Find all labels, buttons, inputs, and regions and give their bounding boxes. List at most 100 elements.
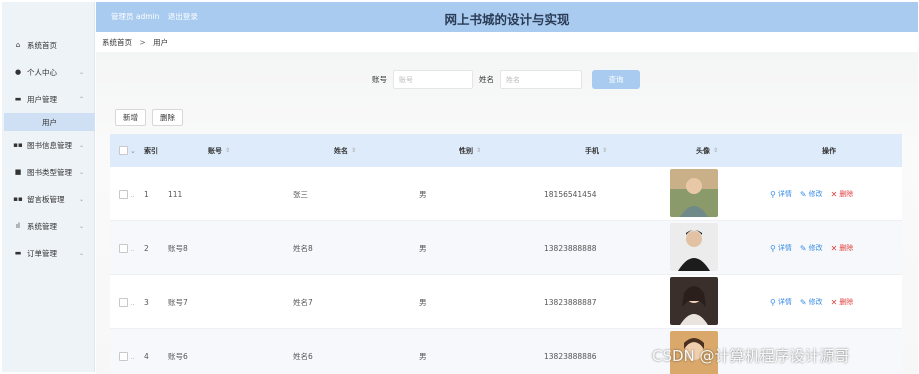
close-icon: ✕ — [830, 243, 838, 253]
op-label: 修改 — [808, 190, 823, 198]
breadcrumb-home[interactable]: 系统首页 — [102, 38, 132, 47]
delete-row-button[interactable]: ✕ 删除 — [831, 243, 854, 253]
row-checkbox-cell[interactable]: .. — [119, 221, 135, 275]
edit-button[interactable]: ✎ 修改 — [800, 189, 823, 199]
edit-button[interactable]: ✎ 修改 — [800, 297, 823, 307]
avatar[interactable] — [670, 223, 718, 271]
grid-icon: ▪▪ — [13, 195, 23, 203]
cell-gender: 男 — [419, 351, 427, 361]
search-icon: ⚲ — [770, 297, 776, 307]
op-label: 详情 — [777, 244, 792, 252]
sidebar: ⌂ 系统首页 ● 个人中心 ⌄ ▬ 用户管理 ⌃ 用户 ▪▪ 图书信息管理 ⌄ … — [2, 2, 95, 372]
view-button[interactable]: ⚲ 详情 — [770, 189, 792, 199]
sidebar-item-label: 系统管理 — [27, 221, 57, 231]
col-label: 姓名 — [334, 146, 348, 155]
name-search-input[interactable] — [500, 70, 582, 89]
sidebar-subitem-users[interactable]: 用户 — [4, 113, 95, 131]
sort-icon[interactable]: ⇕ — [602, 147, 607, 154]
col-index: 索引 — [144, 146, 158, 155]
page-title: 网上书城的设计与实现 — [444, 12, 570, 27]
avatar[interactable] — [670, 277, 718, 325]
col-label: 账号 — [208, 146, 222, 155]
col-gender[interactable]: 性别 ⇕ — [459, 134, 481, 167]
search-icon: ⚲ — [770, 243, 776, 253]
sidebar-item-book-info[interactable]: ▪▪ 图书信息管理 ⌄ — [2, 134, 95, 156]
sidebar-item-message-board[interactable]: ▪▪ 留言板管理 ⌄ — [2, 188, 95, 210]
cell-gender: 男 — [419, 243, 427, 253]
col-phone[interactable]: 手机 ⇕ — [585, 134, 607, 167]
chevron-down-icon: ⌄ — [78, 141, 84, 149]
sidebar-item-system[interactable]: ıl 系统管理 ⌄ — [2, 215, 95, 237]
name-label: 姓名 — [479, 75, 494, 84]
chevron-down-icon: ⌄ — [78, 168, 84, 176]
cell-account: 111 — [168, 189, 183, 199]
op-label: 详情 — [777, 190, 792, 198]
cell-phone: 13823888888 — [544, 243, 597, 253]
row-checkbox-cell[interactable]: .. — [119, 329, 135, 374]
pencil-icon: ✎ — [799, 243, 807, 253]
search-bar: 账号 姓名 查询 — [0, 70, 919, 90]
sort-icon[interactable]: ⇕ — [225, 147, 230, 154]
sort-icon[interactable]: ⇕ — [713, 147, 718, 154]
select-all-checkbox[interactable]: ⌄ — [119, 134, 136, 167]
breadcrumb: 系统首页 > 用户 — [102, 37, 168, 48]
op-label: 删除 — [839, 190, 854, 198]
sidebar-item-label: 用户 — [42, 117, 57, 127]
view-button[interactable]: ⚲ 详情 — [770, 243, 792, 253]
col-account[interactable]: 账号 ⇕ — [208, 134, 230, 167]
search-icon: ⚲ — [770, 189, 776, 199]
card-icon: ▬ — [14, 95, 22, 103]
col-name[interactable]: 姓名 ⇕ — [334, 134, 356, 167]
checkbox[interactable] — [119, 297, 128, 307]
op-label: 修改 — [808, 244, 823, 252]
sidebar-item-label: 图书信息管理 — [27, 140, 72, 150]
col-avatar[interactable]: 头像 ⇕ — [696, 134, 718, 167]
chevron-down-icon: ⌄ — [78, 249, 84, 257]
sidebar-item-book-type[interactable]: ■ 图书类型管理 ⌄ — [2, 161, 95, 183]
sidebar-item-home[interactable]: ⌂ 系统首页 — [2, 34, 95, 56]
col-label: 手机 — [585, 146, 599, 155]
search-button[interactable]: 查询 — [592, 70, 640, 89]
close-icon: ✕ — [830, 297, 838, 307]
sidebar-item-orders[interactable]: ▬ 订单管理 ⌄ — [2, 242, 95, 264]
cell-gender: 男 — [419, 189, 427, 199]
sidebar-item-label: 系统首页 — [27, 40, 57, 50]
checkbox[interactable] — [119, 243, 128, 253]
chart-icon: ıl — [16, 222, 20, 230]
table-row: .. 2 账号8 姓名8 男 13823888888 ⚲ 详情 ✎ 修改 ✕ 删除 — [110, 221, 902, 275]
view-button[interactable]: ⚲ 详情 — [770, 297, 792, 307]
delete-row-button[interactable]: ✕ 删除 — [831, 189, 854, 199]
chevron-up-icon: ⌃ — [78, 95, 84, 103]
table-header: ⌄ 索引 账号 ⇕ 姓名 ⇕ 性别 ⇕ 手机 ⇕ 头像 ⇕ 操作 — [110, 134, 902, 167]
row-actions: ⚲ 详情 ✎ 修改 ✕ 删除 — [770, 275, 861, 329]
watermark: CSDN @计算机程序设计源哥 — [652, 347, 850, 365]
checkbox[interactable] — [119, 146, 128, 155]
checkbox[interactable] — [119, 189, 128, 199]
top-header: 管理员 admin 退出登录 网上书城的设计与实现 — [96, 2, 918, 32]
col-label: 性别 — [459, 146, 473, 155]
cell-name: 姓名7 — [293, 297, 313, 307]
cell-gender: 男 — [419, 297, 427, 307]
cell-index: 1 — [144, 189, 149, 199]
pencil-icon: ✎ — [799, 297, 807, 307]
breadcrumb-separator: > — [139, 38, 146, 47]
account-search-input[interactable] — [393, 70, 473, 89]
grid-icon: ▪▪ — [13, 141, 23, 149]
delete-row-button[interactable]: ✕ 删除 — [831, 297, 854, 307]
avatar[interactable] — [670, 169, 718, 217]
book-icon: ■ — [14, 168, 22, 176]
delete-button[interactable]: 删除 — [152, 109, 183, 126]
sidebar-item-user-management[interactable]: ▬ 用户管理 ⌃ — [2, 88, 95, 110]
checkbox[interactable] — [119, 351, 128, 361]
add-button[interactable]: 新增 — [115, 109, 146, 126]
avatar-image — [670, 223, 718, 271]
row-checkbox-cell[interactable]: .. — [119, 167, 135, 221]
sort-icon[interactable]: ⇕ — [476, 147, 481, 154]
cell-name: 姓名8 — [293, 243, 313, 253]
cell-name: 姓名6 — [293, 351, 313, 361]
row-checkbox-cell[interactable]: .. — [119, 275, 135, 329]
sort-icon[interactable]: ⇕ — [351, 147, 356, 154]
edit-button[interactable]: ✎ 修改 — [800, 243, 823, 253]
sidebar-item-label: 订单管理 — [27, 248, 57, 258]
breadcrumb-current: 用户 — [153, 38, 169, 47]
